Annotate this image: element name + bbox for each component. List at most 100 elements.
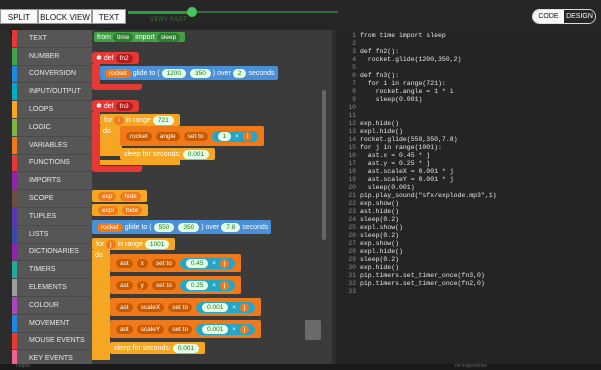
multiply-expression[interactable]: 0.25 × j <box>179 279 236 291</box>
set-ast-scaley-block[interactable]: ast scaleY set to 0.001 × j <box>110 320 262 338</box>
import-block[interactable]: from time import sleep <box>94 32 186 42</box>
operator-dropdown[interactable]: × <box>212 282 216 289</box>
category-conversion[interactable]: CONVERSION <box>12 65 92 84</box>
property-dropdown[interactable]: scaleX <box>136 302 165 312</box>
set-to-dropdown[interactable]: set to <box>168 324 193 334</box>
sleep-seconds-input[interactable]: 0.001 <box>172 343 200 353</box>
multiply-expression[interactable]: 1 × i <box>211 130 259 142</box>
category-input-output[interactable]: INPUT/OUTPUT <box>12 83 92 102</box>
multiplier-input[interactable]: 0.001 <box>202 324 229 334</box>
multiply-expression[interactable]: 0.45 × j <box>179 257 236 269</box>
object-chip[interactable]: ast <box>116 280 133 290</box>
block-view-button[interactable]: BLOCK VIEW <box>38 9 92 24</box>
hide-dropdown[interactable]: hide <box>120 191 141 201</box>
trash-icon[interactable] <box>305 320 321 340</box>
range-value-input[interactable]: 1001 <box>144 239 170 249</box>
loop-variable-chip[interactable]: j <box>239 324 250 334</box>
time-value-input[interactable]: 7.8 <box>221 222 241 232</box>
operator-dropdown[interactable]: × <box>232 326 236 333</box>
function-name-chip[interactable]: fn3 <box>115 101 133 111</box>
import-name-chip[interactable]: sleep <box>156 32 181 42</box>
property-dropdown[interactable]: angle <box>155 131 180 141</box>
sleep-seconds-input[interactable]: 0.001 <box>182 149 210 159</box>
set-angle-block[interactable]: rocket angle set to 1 × i <box>120 126 265 146</box>
workspace-scrollbar[interactable] <box>322 90 326 240</box>
set-to-dropdown[interactable]: set to <box>168 302 193 312</box>
set-ast-x-block[interactable]: ast x set to 0.45 × j <box>110 254 242 272</box>
expl-variable-chip[interactable]: expl <box>98 205 118 215</box>
category-scope[interactable]: SCOPE <box>12 190 92 208</box>
inspections-label[interactable]: no inspections <box>455 363 487 369</box>
x-value-input[interactable]: 550 <box>153 222 175 232</box>
operator-dropdown[interactable]: × <box>235 133 239 140</box>
loop-variable-chip[interactable]: j <box>219 280 230 290</box>
time-value-input[interactable]: 2 <box>232 68 247 78</box>
set-ast-scalex-block[interactable]: ast scaleX set to 0.001 × j <box>110 298 262 316</box>
gear-icon[interactable]: ✱ <box>96 54 104 62</box>
x-value-input[interactable]: 1200 <box>161 68 187 78</box>
set-to-dropdown[interactable]: set to <box>151 280 176 290</box>
loop-variable-chip[interactable]: i <box>242 131 253 141</box>
import-module-chip[interactable]: time <box>113 32 134 42</box>
expl-hide-block[interactable]: expl hide <box>92 204 149 216</box>
exp-hide-block[interactable]: exp hide <box>92 190 147 202</box>
design-toggle-option[interactable]: DESIGN <box>564 10 595 23</box>
multiply-expression[interactable]: 0.001 × j <box>196 323 256 335</box>
multiply-expression[interactable]: 0.001 × j <box>196 301 256 313</box>
property-dropdown[interactable]: scaleY <box>136 324 165 334</box>
output-label[interactable]: output <box>16 363 30 369</box>
object-chip[interactable]: ast <box>116 258 133 268</box>
code-editor[interactable]: 1 from time import sleep 2 3 def fn2(): 4 … <box>336 30 601 364</box>
for-loop-block[interactable]: for i in range 721 <box>100 114 180 126</box>
main-for-loop-block[interactable]: for j in range 1001 <box>92 238 176 250</box>
variable-chip[interactable]: rocket <box>105 68 131 78</box>
object-chip[interactable]: ast <box>116 324 133 334</box>
y-value-input[interactable]: 350 <box>178 222 200 232</box>
property-dropdown[interactable]: y <box>136 280 148 290</box>
loop-variable-chip[interactable]: j <box>219 258 230 268</box>
glide-block[interactable]: rocket glide to ( 1200 350 ) over 2 seco… <box>100 66 278 80</box>
def-fn3-block[interactable]: ✱ def fn3 <box>92 100 139 112</box>
loop-variable-chip[interactable]: j <box>239 302 250 312</box>
category-variables[interactable]: VARIABLES <box>12 136 92 155</box>
speed-slider-handle[interactable] <box>187 7 197 17</box>
category-mouse-events[interactable]: MOUSE EVENTS <box>12 332 92 351</box>
category-imports[interactable]: IMPORTS <box>12 172 92 191</box>
range-value-input[interactable]: 721 <box>152 115 174 125</box>
gear-icon[interactable]: ✱ <box>96 102 104 110</box>
category-number[interactable]: NUMBER <box>12 47 92 66</box>
code-toggle-option[interactable]: CODE <box>533 10 564 23</box>
text-view-button[interactable]: TEXT VIEW <box>92 9 126 37</box>
object-chip[interactable]: rocket <box>126 131 152 141</box>
multiplier-input[interactable]: 1 <box>217 131 232 141</box>
exp-variable-chip[interactable]: exp <box>98 191 117 201</box>
y-value-input[interactable]: 350 <box>190 68 211 78</box>
set-ast-y-block[interactable]: ast y set to 0.25 × j <box>110 276 242 294</box>
category-functions[interactable]: FUNCTIONS <box>12 154 92 173</box>
operator-dropdown[interactable]: × <box>232 304 236 311</box>
set-to-dropdown[interactable]: set to <box>183 131 208 141</box>
multiplier-input[interactable]: 0.001 <box>202 302 229 312</box>
category-logic[interactable]: LOGIC <box>12 118 92 137</box>
sleep-block[interactable]: sleep for seconds: 0.001 <box>120 148 216 160</box>
category-text[interactable]: TEXT <box>12 30 92 48</box>
category-loops[interactable]: LOOPS <box>12 101 92 119</box>
category-movement[interactable]: MOVEMENT <box>12 314 92 333</box>
operator-dropdown[interactable]: × <box>212 260 216 267</box>
hide-dropdown[interactable]: hide <box>121 205 143 215</box>
category-colour[interactable]: COLOUR <box>12 296 92 315</box>
multiplier-input[interactable]: 0.25 <box>185 280 209 290</box>
variable-chip[interactable]: rocket <box>97 222 123 232</box>
block-workspace[interactable]: from time import sleep ✱ def fn2 rocket … <box>92 30 332 364</box>
category-lists[interactable]: LISTS <box>12 225 92 244</box>
multiplier-input[interactable]: 0.45 <box>185 258 209 268</box>
main-sleep-block[interactable]: sleep for seconds: 0.001 <box>110 342 206 354</box>
function-name-chip[interactable]: fn2 <box>115 53 133 63</box>
set-to-dropdown[interactable]: set to <box>151 258 176 268</box>
category-elements[interactable]: ELEMENTS <box>12 279 92 297</box>
loop-variable-chip[interactable]: j <box>106 239 116 249</box>
property-dropdown[interactable]: x <box>136 258 148 268</box>
main-glide-block[interactable]: rocket glide to ( 550 350 ) over 7.8 sec… <box>92 220 272 234</box>
object-chip[interactable]: ast <box>116 302 133 312</box>
category-timers[interactable]: TIMERS <box>12 261 92 280</box>
